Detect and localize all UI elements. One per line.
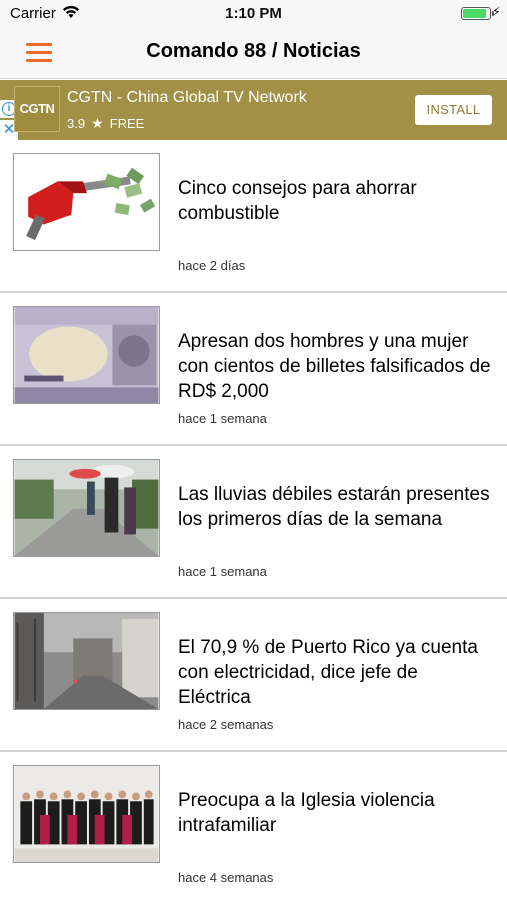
news-headline: Preocupa a la Iglesia violencia intrafam… bbox=[178, 790, 435, 836]
news-thumbnail bbox=[13, 153, 160, 251]
install-button[interactable]: INSTALL bbox=[415, 95, 492, 125]
news-thumbnail bbox=[13, 306, 160, 404]
status-bar: Carrier 1:10 PM ⚡︎ bbox=[0, 0, 507, 28]
news-item[interactable]: Preocupa a la Iglesia violencia intrafam… bbox=[0, 752, 507, 900]
ad-banner[interactable]: i ✕ CGTN CGTN - China Global TV Network … bbox=[0, 80, 507, 140]
news-item[interactable]: Las lluvias débiles estarán presentes lo… bbox=[0, 446, 507, 599]
news-list: Cinco consejos para ahorrar combustible … bbox=[0, 140, 507, 900]
news-item[interactable]: Apresan dos hombres y una mujer con cien… bbox=[0, 293, 507, 446]
ad-app-title: CGTN - China Global TV Network bbox=[67, 89, 307, 106]
news-headline: El 70,9 % de Puerto Rico ya cuenta con e… bbox=[178, 637, 478, 708]
page-title: Comando 88 / Noticias bbox=[146, 40, 361, 62]
ad-rating: 3.9 ★ FREE bbox=[67, 115, 144, 132]
news-headline: Las lluvias débiles estarán presentes lo… bbox=[178, 484, 490, 530]
news-item[interactable]: Cinco consejos para ahorrar combustible … bbox=[0, 140, 507, 293]
charging-bolt-icon: ⚡︎ bbox=[491, 4, 501, 19]
news-headline: Cinco consejos para ahorrar combustible bbox=[178, 178, 417, 224]
news-thumbnail bbox=[13, 612, 160, 710]
news-thumbnail bbox=[13, 459, 160, 557]
news-headline: Apresan dos hombres y una mujer con cien… bbox=[178, 331, 491, 402]
news-time: hace 2 días bbox=[178, 258, 246, 273]
news-time: hace 1 semana bbox=[178, 564, 267, 579]
news-thumbnail bbox=[13, 765, 160, 863]
news-time: hace 2 semanas bbox=[178, 717, 274, 732]
news-item[interactable]: El 70,9 % de Puerto Rico ya cuenta con e… bbox=[0, 599, 507, 752]
navigation-bar: Comando 88 / Noticias bbox=[0, 28, 507, 79]
battery-icon bbox=[461, 7, 494, 20]
ad-app-logo: CGTN bbox=[14, 86, 60, 132]
ad-rating-value: 3.9 bbox=[67, 116, 86, 131]
news-time: hace 1 semana bbox=[178, 411, 267, 426]
ad-price: FREE bbox=[109, 116, 145, 131]
star-icon: ★ bbox=[91, 115, 104, 131]
news-time: hace 4 semanas bbox=[178, 870, 274, 885]
status-time: 1:10 PM bbox=[225, 5, 282, 22]
